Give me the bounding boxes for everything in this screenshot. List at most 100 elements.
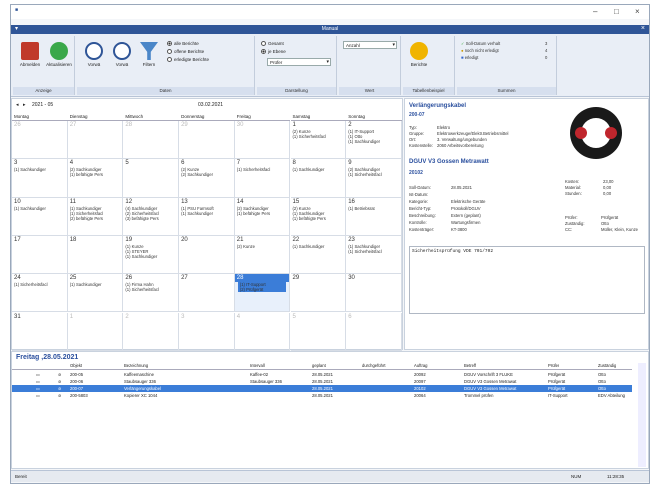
calendar-day[interactable]: 6 xyxy=(346,312,402,351)
calendar-day[interactable]: 30 xyxy=(234,121,291,160)
column-header[interactable]: Intervall xyxy=(250,363,265,368)
close-button[interactable]: × xyxy=(635,7,640,16)
calendar-event[interactable]: (1) Sachkundiger xyxy=(12,206,67,211)
calendar-event[interactable]: (1) Sachkundiger xyxy=(291,167,346,172)
calendar-event[interactable]: (1) Sachkundiger xyxy=(68,282,123,287)
calendar-event[interactable]: (1) Sicherheitsfacl xyxy=(12,282,67,287)
note-field[interactable]: Sicherheitsprüfung VDE 701/702 xyxy=(409,246,645,314)
calendar-day[interactable]: 16 (1) Betriebsrat xyxy=(346,197,402,236)
calendar-day[interactable]: 21 (2) Kunze xyxy=(234,235,291,275)
calendar-day[interactable]: 6 (2) Kunze (2) Sachkundiger xyxy=(179,159,235,198)
calendar-day[interactable]: 18 xyxy=(67,235,124,275)
column-header[interactable]: Auftrag xyxy=(414,363,428,368)
radio-alle-berichte[interactable]: alle Berichte xyxy=(167,41,199,47)
calendar-day[interactable]: 29 xyxy=(290,274,347,313)
calendar-event[interactable]: (1) Betriebsrat xyxy=(346,206,401,211)
column-header[interactable]: geplant xyxy=(312,363,326,368)
list-scrollbar[interactable] xyxy=(638,363,646,467)
calendar-day[interactable]: 25 (1) Sachkundiger xyxy=(67,274,124,313)
column-header[interactable]: durchgeführt xyxy=(362,363,386,368)
prev-month-icon[interactable]: ◂ xyxy=(16,102,19,108)
calendar-day[interactable]: 10 (1) Sachkundiger xyxy=(12,197,68,236)
column-header[interactable]: Zuständig xyxy=(598,363,616,368)
calendar-day[interactable]: 17 xyxy=(12,235,68,275)
calendar-event[interactable]: (2) Sachkundiger xyxy=(179,172,234,177)
calendar-day[interactable]: 22 (1) Sachkundiger xyxy=(290,235,347,275)
calendar-event[interactable]: (1) Sachkundiger xyxy=(123,254,178,259)
calendar-day[interactable]: 7 (1) Sicherheitsfacl xyxy=(234,159,291,198)
calendar-event[interactable]: (1) befähigte Pers xyxy=(291,216,346,221)
calendar-day[interactable]: 30 xyxy=(346,274,402,313)
aktualisieren-button[interactable]: Aktualisieren xyxy=(45,42,73,67)
column-header[interactable]: Bezeichnung xyxy=(124,363,148,368)
table-cell: 20064 xyxy=(414,393,426,398)
calendar-day[interactable]: 9 (2) Sachkundiger (1) Sicherheitsfacl xyxy=(346,159,402,198)
calendar-event[interactable]: (1) Sicherheitsfacl xyxy=(346,249,401,254)
radio-offene-berichte[interactable]: offene Berichte xyxy=(167,49,204,55)
calendar-event[interactable]: (1) Sachkundiger xyxy=(179,211,234,216)
calendar-event[interactable]: (1) befähigte Pers xyxy=(235,211,290,216)
calendar-event[interactable]: (1) Sachkundiger xyxy=(291,244,346,249)
calendar-day[interactable]: 23 (1) Sachkundiger (1) Sicherheitsfacl xyxy=(346,235,402,275)
app-close-icon[interactable]: × xyxy=(641,25,645,32)
pruefer-combo[interactable]: Prüfer xyxy=(267,58,331,66)
calendar-day[interactable]: 2 xyxy=(123,312,180,351)
calendar-day[interactable]: 27 xyxy=(179,274,235,313)
calendar-event[interactable]: (1) Sicherheitsfacl xyxy=(291,134,346,139)
table-row[interactable]: ▭ ⊘ 200-07 Verlängerungskabel 28.05.2021 2010… xyxy=(12,385,632,392)
berichte-button[interactable]: Berichte xyxy=(407,42,431,67)
calendar-day[interactable]: 13 (1) PSU Farmsoft (1) Sachkundiger xyxy=(179,197,235,236)
calendar-day[interactable]: 20 xyxy=(179,235,235,275)
calendar-day[interactable]: 3 (1) Sachkundiger xyxy=(12,159,68,198)
calendar-event[interactable]: (1) Sachkundiger xyxy=(346,139,401,144)
table-row[interactable]: ▭ ⊘ 200-06 Staubsauger 336 Staubsauger 336 28… xyxy=(12,378,632,385)
radio-gesamt[interactable]: Gesamt xyxy=(261,41,284,47)
calendar-day[interactable]: 31 xyxy=(12,312,68,351)
calendar-day[interactable]: 26 xyxy=(12,121,68,160)
table-row[interactable]: ▭ ⊘ 200-5803 Kopierer XC 1044 28.05.2021 2006… xyxy=(12,392,632,399)
calendar-day[interactable]: 15 (2) Kunze (1) Sachkundiger (1) befähigte… xyxy=(290,197,347,236)
radio-erledigte-berichte[interactable]: erledigte Berichte xyxy=(167,57,209,63)
calendar-day[interactable]: 19 (1) Kunze (1) STEYER (1) Sachkundiger xyxy=(123,235,180,275)
abmelden-button[interactable]: Abmelden xyxy=(17,42,43,67)
table-row[interactable]: ▭ ⊘ 200-05 Kaffeemaschine Kaffee-02 28.05.202… xyxy=(12,371,632,378)
column-header[interactable]: Prüfer xyxy=(548,363,559,368)
calendar-day[interactable]: 27 xyxy=(67,121,124,160)
calendar-event[interactable]: (2) Prüfgerät xyxy=(238,287,287,292)
calendar-day[interactable]: 5 xyxy=(123,159,180,198)
calendar-day[interactable]: 2 (1) IT-Support (1) Otto (1) Sachkundiger xyxy=(346,121,402,160)
calendar-day[interactable]: 3 xyxy=(179,312,235,351)
calendar-day[interactable]: 1 (2) Kunze (1) Sicherheitsfacl xyxy=(290,121,347,160)
calendar-event[interactable]: (1) Sicherheitsfacl xyxy=(235,167,290,172)
radio-je-ebene[interactable]: je Ebene xyxy=(261,49,286,55)
column-header[interactable]: Objekt xyxy=(70,363,82,368)
calendar-day[interactable]: 1 xyxy=(67,312,124,351)
calendar-event[interactable]: (3) befähigte Pers xyxy=(123,216,178,221)
back-button[interactable]: Vorwä xyxy=(81,42,107,67)
calendar-day[interactable]: 11 (1) Sachkundiger (1) Sicherheitsfacl (2)… xyxy=(67,197,124,236)
next-month-icon[interactable]: ▸ xyxy=(23,102,26,108)
calendar-day[interactable]: 8 (1) Sachkundiger xyxy=(290,159,347,198)
minimize-button[interactable]: – xyxy=(593,7,597,16)
calendar-day[interactable]: 28 xyxy=(123,121,180,160)
calendar-event[interactable]: (1) Sachkundiger xyxy=(12,167,67,172)
calendar-event[interactable]: (1) Sicherheitsfacl xyxy=(346,172,401,177)
maximize-button[interactable]: □ xyxy=(614,7,619,16)
calendar-day[interactable]: 5 xyxy=(290,312,347,351)
calendar-day[interactable]: 26 (1) Firma Hahn (1) Sicherheitsfacl xyxy=(123,274,180,313)
calendar-day[interactable]: 14 (2) Sachkundiger (1) befähigte Pers xyxy=(234,197,291,236)
calendar-event[interactable]: (2) befähigte Pers xyxy=(68,216,123,221)
calendar-event[interactable]: (2) Kunze xyxy=(235,244,290,249)
calendar-day[interactable]: 24 (1) Sicherheitsfacl xyxy=(12,274,68,313)
calendar-day[interactable]: 4 xyxy=(234,312,291,351)
column-header[interactable]: Betreff xyxy=(464,363,476,368)
forward-button[interactable]: Vorwä xyxy=(109,42,135,67)
calendar-day[interactable]: 29 xyxy=(179,121,235,160)
calendar-day[interactable]: 4 (2) Sachkundiger (1) befähigte Pers xyxy=(67,159,124,198)
calendar-event[interactable]: (1) Sicherheitsfacl xyxy=(123,287,178,292)
calendar-event[interactable]: (1) befähigte Pers xyxy=(68,172,123,177)
calendar-day[interactable]: 12 (4) Sachkundiger (2) Sicherheitsfacl (3)… xyxy=(123,197,180,236)
wert-combo[interactable]: Anzahl xyxy=(343,41,397,49)
calendar-day[interactable]: 28 (1) IT-Support (2) Prüfgerät xyxy=(234,274,291,313)
filter-button[interactable]: Filtern xyxy=(137,42,161,67)
